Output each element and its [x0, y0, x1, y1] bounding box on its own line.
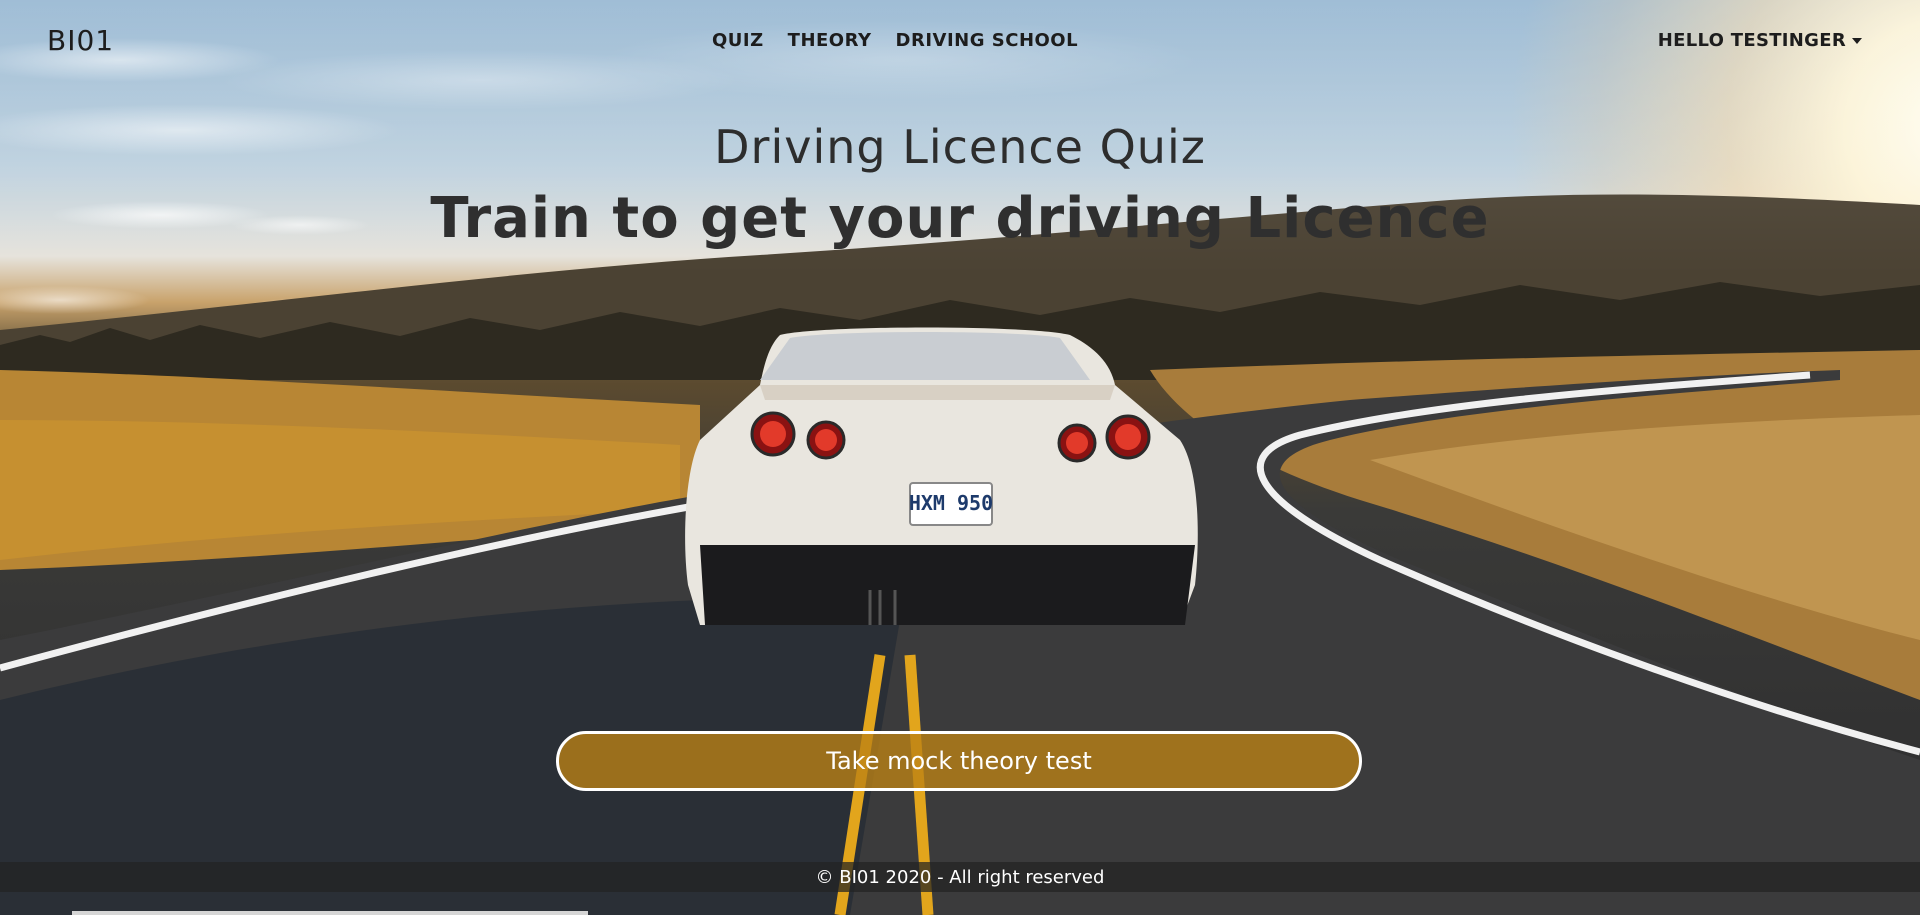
hero-section: HXM 950 BI01 QUIZ THEORY DRIVING SCHOOL … [0, 0, 1920, 915]
horizontal-scrollbar[interactable] [72, 911, 588, 915]
navbar: BI01 QUIZ THEORY DRIVING SCHOOL HELLO TE… [0, 0, 1920, 82]
hero-heading: Driving Licence Quiz Train to get your d… [0, 120, 1920, 251]
hero-title: Train to get your driving Licence [430, 186, 1490, 251]
nav-link-driving-school[interactable]: DRIVING SCHOOL [896, 30, 1079, 51]
nav-link-quiz[interactable]: QUIZ [712, 30, 764, 51]
nav-link-theory[interactable]: THEORY [788, 30, 872, 51]
brand-logo[interactable]: BI01 [47, 24, 114, 57]
caret-down-icon [1852, 37, 1862, 44]
user-dropdown[interactable]: HELLO TESTINGER [1658, 30, 1862, 51]
footer-copyright: © BI01 2020 - All right reserved [815, 866, 1105, 888]
user-greeting: HELLO TESTINGER [1657, 30, 1846, 51]
nav-links: QUIZ THEORY DRIVING SCHOOL [712, 30, 1078, 51]
hero-subtitle: Driving Licence Quiz [714, 120, 1206, 174]
take-mock-test-button[interactable]: Take mock theory test [556, 731, 1362, 791]
footer: © BI01 2020 - All right reserved [0, 862, 1920, 892]
